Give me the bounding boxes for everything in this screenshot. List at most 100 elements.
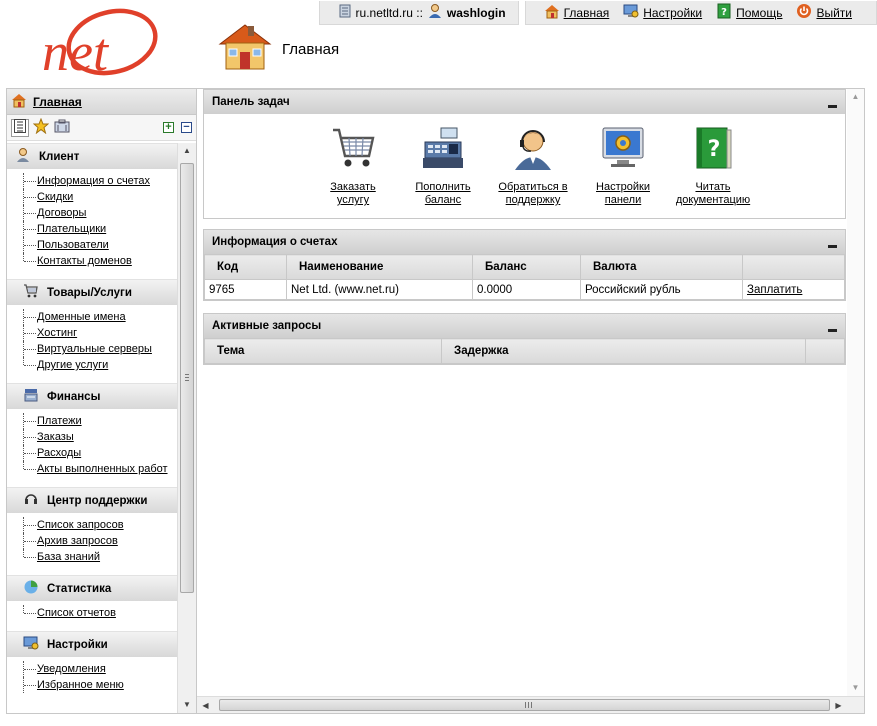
sidebar-scrollbar[interactable]: ▲ ▼: [177, 143, 196, 713]
sidebar-item-label[interactable]: Контакты доменов: [37, 255, 132, 267]
sidebar-item-label[interactable]: Архив запросов: [37, 535, 118, 547]
task-label-line2[interactable]: панели: [605, 194, 641, 207]
sidebar-item-label[interactable]: Пользователи: [37, 239, 109, 251]
task-label-line2[interactable]: услугу: [337, 194, 369, 207]
pay-link[interactable]: Заплатить: [747, 284, 802, 296]
services-button[interactable]: [53, 119, 71, 137]
sidebar-item-label[interactable]: Плательщики: [37, 223, 106, 235]
help-icon: ?: [716, 3, 732, 22]
top-link-logout-label[interactable]: Выйти: [816, 6, 852, 20]
column-header[interactable]: Тема: [204, 338, 442, 364]
sidebar-item[interactable]: Платежи: [23, 413, 177, 429]
sidebar-item[interactable]: Заказы: [23, 429, 177, 445]
minimize-icon[interactable]: [828, 105, 837, 108]
task-order-service[interactable]: Заказать услугу: [308, 124, 398, 218]
scroll-thumb[interactable]: [180, 163, 194, 593]
sidebar-item-label[interactable]: Доменные имена: [37, 311, 126, 323]
sidebar-item[interactable]: Список запросов: [23, 517, 177, 533]
sidebar-item[interactable]: Расходы: [23, 445, 177, 461]
sidebar-item[interactable]: Контакты доменов: [23, 253, 177, 269]
sidebar-item-label[interactable]: Другие услуги: [37, 359, 108, 371]
column-header[interactable]: Наименование: [286, 254, 473, 280]
expand-all-button[interactable]: +: [163, 122, 174, 133]
scroll-down-arrow[interactable]: ▼: [178, 697, 196, 713]
task-read-docs[interactable]: ? Читать документацию: [668, 124, 758, 218]
task-label-line1[interactable]: Заказать: [330, 181, 376, 194]
task-label-line1[interactable]: Настройки: [596, 181, 650, 194]
top-link-settings-label[interactable]: Настройки: [643, 6, 702, 20]
sidebar-item[interactable]: Акты выполненных работ: [23, 461, 177, 477]
scroll-right-arrow[interactable]: ▶: [830, 701, 847, 710]
sidebar-item-label[interactable]: Расходы: [37, 447, 81, 459]
sidebar-item-label[interactable]: База знаний: [37, 551, 100, 563]
scroll-left-arrow[interactable]: ◀: [197, 701, 214, 710]
main-horizontal-scrollbar[interactable]: ◀ ▶: [197, 696, 864, 713]
task-label-line1[interactable]: Обратиться в: [498, 181, 567, 194]
top-link-help[interactable]: ? Помощь: [716, 3, 782, 22]
sidebar-item[interactable]: Информация о счетах: [23, 173, 177, 189]
task-contact-support[interactable]: Обратиться в поддержку: [488, 124, 578, 218]
favorites-button[interactable]: [32, 117, 50, 137]
task-label-line2[interactable]: поддержку: [506, 194, 561, 207]
column-header[interactable]: Код: [204, 254, 287, 280]
task-label-line1[interactable]: Пополнить: [415, 181, 470, 194]
sidebar-section-header[interactable]: Статистика: [7, 575, 177, 601]
top-link-home-label[interactable]: Главная: [564, 6, 610, 20]
sidebar-item-label[interactable]: Акты выполненных работ: [37, 463, 168, 475]
sidebar-item[interactable]: Договоры: [23, 205, 177, 221]
accounts-panel-header: Информация о счетах: [204, 230, 845, 254]
minimize-icon[interactable]: [828, 245, 837, 248]
sidebar-item-label[interactable]: Список отчетов: [37, 607, 116, 619]
sidebar-item[interactable]: Виртуальные серверы: [23, 341, 177, 357]
sidebar-item-label[interactable]: Скидки: [37, 191, 73, 203]
minimize-icon[interactable]: [828, 329, 837, 332]
task-top-up-balance[interactable]: Пополнить баланс: [398, 124, 488, 218]
sidebar-section-header[interactable]: Клиент: [7, 143, 177, 169]
main-vertical-scrollbar[interactable]: ▲ ▼: [847, 89, 864, 696]
column-header[interactable]: Задержка: [441, 338, 806, 364]
sidebar-item[interactable]: Список отчетов: [23, 605, 177, 621]
task-panel-settings[interactable]: Настройки панели: [578, 124, 668, 218]
sidebar-item-label[interactable]: Виртуальные серверы: [37, 343, 152, 355]
sidebar-item[interactable]: Пользователи: [23, 237, 177, 253]
requests-table: Тема Задержка: [204, 338, 845, 364]
sidebar-item[interactable]: Скидки: [23, 189, 177, 205]
top-link-home[interactable]: Главная: [544, 3, 610, 22]
sidebar-section-header[interactable]: Настройки: [7, 631, 177, 657]
sidebar-home-link[interactable]: Главная: [33, 95, 82, 109]
sidebar-item-label[interactable]: Информация о счетах: [37, 175, 150, 187]
task-label-line1[interactable]: Читать: [695, 181, 730, 194]
column-header[interactable]: Валюта: [580, 254, 743, 280]
scroll-up-arrow[interactable]: ▲: [178, 143, 196, 159]
sidebar-item[interactable]: Уведомления: [23, 661, 177, 677]
sidebar-item-label[interactable]: Избранное меню: [37, 679, 124, 691]
top-link-settings[interactable]: Настройки: [623, 3, 702, 22]
top-link-help-label[interactable]: Помощь: [736, 6, 782, 20]
sidebar-item-label[interactable]: Хостинг: [37, 327, 77, 339]
column-header[interactable]: Баланс: [472, 254, 581, 280]
task-label-line2[interactable]: документацию: [676, 194, 750, 207]
scroll-down-arrow[interactable]: ▼: [847, 680, 864, 696]
sidebar-section-header[interactable]: Центр поддержки: [7, 487, 177, 513]
sidebar-item-label[interactable]: Список запросов: [37, 519, 124, 531]
sidebar-item[interactable]: Архив запросов: [23, 533, 177, 549]
top-link-logout[interactable]: Выйти: [796, 3, 852, 22]
sidebar-item[interactable]: Доменные имена: [23, 309, 177, 325]
sidebar-section-header[interactable]: Финансы: [7, 383, 177, 409]
task-label-line2[interactable]: баланс: [425, 194, 461, 207]
sidebar-item[interactable]: Избранное меню: [23, 677, 177, 693]
sidebar-section-header[interactable]: Товары/Услуги: [7, 279, 177, 305]
sidebar-item-label[interactable]: Уведомления: [37, 663, 106, 675]
sidebar-item[interactable]: Хостинг: [23, 325, 177, 341]
sidebar-item[interactable]: Плательщики: [23, 221, 177, 237]
sidebar-item[interactable]: База знаний: [23, 549, 177, 565]
collapse-all-button[interactable]: −: [181, 122, 192, 133]
sidebar-item-label[interactable]: Заказы: [37, 431, 74, 443]
scroll-up-arrow[interactable]: ▲: [847, 89, 864, 105]
sidebar-item-label[interactable]: Платежи: [37, 415, 82, 427]
sidebar-item[interactable]: Другие услуги: [23, 357, 177, 373]
tree-view-button[interactable]: [11, 118, 29, 137]
scroll-thumb[interactable]: [219, 699, 830, 711]
sidebar-item-label[interactable]: Договоры: [37, 207, 86, 219]
sidebar-home[interactable]: Главная: [7, 89, 196, 115]
